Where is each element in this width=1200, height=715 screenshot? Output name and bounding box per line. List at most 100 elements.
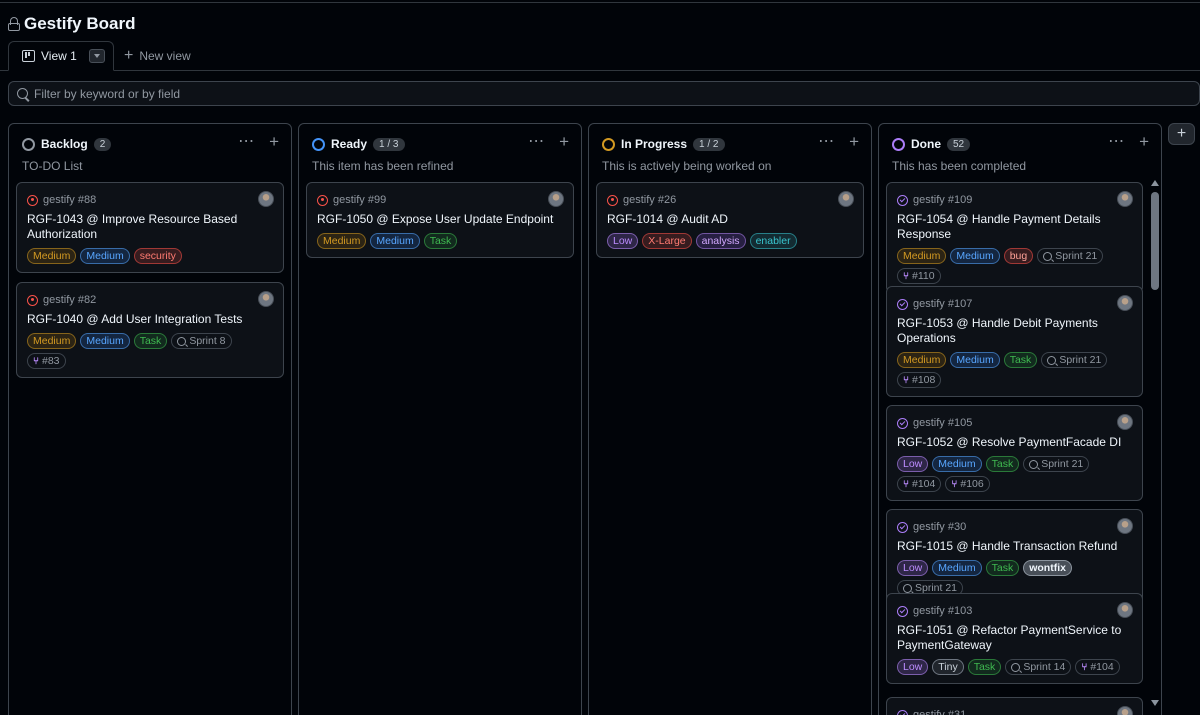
- filter-bar[interactable]: [8, 81, 1200, 106]
- card-reference: gestify #88: [27, 193, 273, 207]
- label-badge[interactable]: bug: [1003, 248, 1034, 264]
- label-badge[interactable]: wontfix: [1023, 560, 1072, 576]
- add-column-button[interactable]: +: [1168, 123, 1195, 145]
- issue-card[interactable]: gestify #107 RGF-1053 @ Handle Debit Paym…: [886, 286, 1143, 397]
- issue-card[interactable]: gestify #82 RGF-1040 @ Add User Integrati…: [16, 282, 284, 378]
- add-item-icon[interactable]: +: [849, 133, 859, 150]
- label-badge[interactable]: Low: [607, 233, 639, 249]
- label-badge[interactable]: Sprint 21: [1037, 248, 1104, 264]
- more-options-icon[interactable]: ⋯: [1108, 133, 1125, 150]
- card-title[interactable]: RGF-1015 @ Handle Transaction Refund: [897, 539, 1132, 554]
- label-badge[interactable]: Medium: [27, 333, 77, 349]
- label-badge[interactable]: Medium: [80, 248, 130, 264]
- avatar[interactable]: [1117, 295, 1133, 311]
- label-text: Medium: [938, 562, 976, 574]
- label-badge[interactable]: Task: [133, 333, 168, 349]
- label-badge[interactable]: Sprint 21: [1041, 352, 1108, 368]
- label-badge[interactable]: X-Large: [642, 233, 692, 249]
- label-badge[interactable]: Task: [985, 456, 1020, 472]
- label-badge[interactable]: Medium: [897, 352, 947, 368]
- issue-card[interactable]: gestify #31: [886, 697, 1143, 715]
- avatar[interactable]: [1117, 414, 1133, 430]
- column-description: This item has been refined: [312, 159, 454, 173]
- label-badge[interactable]: ⑂ #83: [27, 353, 66, 369]
- label-badge[interactable]: Task: [967, 659, 1002, 675]
- column-count: 52: [947, 137, 971, 151]
- label-badge[interactable]: Task: [1003, 352, 1038, 368]
- filter-input[interactable]: [34, 86, 1134, 101]
- card-title[interactable]: RGF-1054 @ Handle Payment Details Respon…: [897, 212, 1132, 242]
- avatar[interactable]: [838, 191, 854, 207]
- label-badge[interactable]: Medium: [932, 456, 982, 472]
- label-badge[interactable]: Sprint 14: [1005, 659, 1072, 675]
- scroll-thumb[interactable]: [1151, 192, 1159, 290]
- avatar[interactable]: [1117, 602, 1133, 618]
- issue-card[interactable]: gestify #30 RGF-1015 @ Handle Transaction…: [886, 509, 1143, 605]
- label-badge[interactable]: Medium: [897, 248, 947, 264]
- label-badge[interactable]: ⑂ #110: [897, 268, 941, 284]
- plus-icon: +: [1176, 125, 1187, 142]
- label-badge[interactable]: ⑂ #108: [897, 372, 942, 388]
- issue-ref: gestify #105: [913, 417, 973, 429]
- scroll-down-arrow[interactable]: [1151, 700, 1159, 706]
- avatar[interactable]: [1117, 518, 1133, 534]
- card-title[interactable]: RGF-1040 @ Add User Integration Tests: [27, 312, 273, 327]
- label-badge[interactable]: Medium: [950, 248, 1000, 264]
- new-view-button[interactable]: + New view: [124, 41, 191, 71]
- column-scrollbar[interactable]: [1150, 180, 1160, 715]
- label-badge[interactable]: Medium: [317, 233, 367, 249]
- card-title[interactable]: RGF-1014 @ Audit AD: [607, 212, 853, 227]
- label-badge[interactable]: Sprint 21: [1023, 456, 1090, 472]
- issue-card[interactable]: gestify #88 RGF-1043 @ Improve Resource B…: [16, 182, 284, 273]
- label-badge[interactable]: Medium: [27, 248, 77, 264]
- avatar[interactable]: [1117, 706, 1133, 715]
- add-item-icon[interactable]: +: [269, 133, 279, 150]
- tab-view-1[interactable]: View 1: [8, 41, 114, 71]
- label-list: Medium Medium Task Sprint 21 ⑂ #108: [897, 352, 1132, 388]
- card-title[interactable]: RGF-1043 @ Improve Resource Based Author…: [27, 212, 273, 242]
- card-title[interactable]: RGF-1051 @ Refactor PaymentService to Pa…: [897, 623, 1132, 653]
- view-options-dropdown[interactable]: [88, 49, 105, 63]
- issue-card[interactable]: gestify #109 RGF-1054 @ Handle Payment De…: [886, 182, 1143, 293]
- label-badge[interactable]: Medium: [950, 352, 1000, 368]
- label-badge[interactable]: Tiny: [932, 659, 964, 675]
- label-badge[interactable]: Low: [897, 560, 929, 576]
- label-badge[interactable]: ⑂ #106: [945, 476, 990, 492]
- issue-ref: gestify #26: [623, 194, 677, 206]
- issue-card[interactable]: gestify #103 RGF-1051 @ Refactor PaymentS…: [886, 593, 1143, 684]
- issue-card[interactable]: gestify #26 RGF-1014 @ Audit AD Low X-Large…: [596, 182, 864, 258]
- avatar[interactable]: [548, 191, 564, 207]
- label-badge[interactable]: enabler: [749, 233, 797, 249]
- more-options-icon[interactable]: ⋯: [818, 133, 835, 150]
- label-badge[interactable]: Low: [897, 456, 929, 472]
- label-badge[interactable]: Medium: [932, 560, 982, 576]
- card-title[interactable]: RGF-1050 @ Expose User Update Endpoint: [317, 212, 563, 227]
- label-badge[interactable]: security: [133, 248, 182, 264]
- label-badge[interactable]: Medium: [80, 333, 130, 349]
- label-badge[interactable]: ⑂ #104: [1075, 659, 1120, 675]
- card-title[interactable]: RGF-1052 @ Resolve PaymentFacade DI: [897, 435, 1132, 450]
- issue-closed-icon: [897, 521, 908, 533]
- view-tabs: View 1 + New view: [0, 41, 1200, 71]
- label-badge[interactable]: analysis: [695, 233, 746, 249]
- avatar[interactable]: [1117, 191, 1133, 207]
- label-badge[interactable]: ⑂ #104: [897, 476, 942, 492]
- add-item-icon[interactable]: +: [559, 133, 569, 150]
- label-list: Medium Medium Task: [317, 233, 563, 249]
- issue-card[interactable]: gestify #99 RGF-1050 @ Expose User Update…: [306, 182, 574, 258]
- avatar[interactable]: [258, 291, 274, 307]
- card-reference: gestify #31: [897, 708, 1132, 715]
- more-options-icon[interactable]: ⋯: [238, 133, 255, 150]
- label-badge[interactable]: Medium: [370, 233, 420, 249]
- avatar[interactable]: [258, 191, 274, 207]
- issue-card[interactable]: gestify #105 RGF-1052 @ Resolve PaymentFa…: [886, 405, 1143, 501]
- column-description: This has been completed: [892, 159, 1027, 173]
- label-badge[interactable]: Task: [985, 560, 1020, 576]
- label-badge[interactable]: Sprint 8: [171, 333, 232, 349]
- card-title[interactable]: RGF-1053 @ Handle Debit Payments Operati…: [897, 316, 1132, 346]
- scroll-up-arrow[interactable]: [1151, 180, 1159, 186]
- add-item-icon[interactable]: +: [1139, 133, 1149, 150]
- label-badge[interactable]: Task: [423, 233, 458, 249]
- more-options-icon[interactable]: ⋯: [528, 133, 545, 150]
- label-badge[interactable]: Low: [897, 659, 929, 675]
